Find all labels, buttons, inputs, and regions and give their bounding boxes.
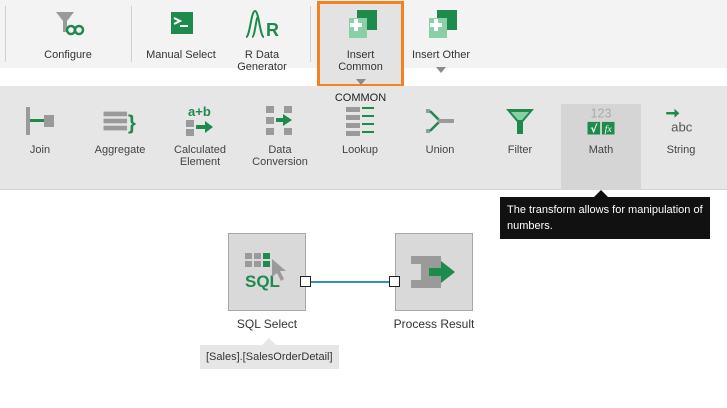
- configure-label: Configure: [44, 49, 92, 61]
- r-letter: R: [266, 20, 279, 40]
- string-abc: abc: [671, 120, 693, 135]
- insert-other-label: Insert Other: [411, 49, 471, 61]
- filter-label: Filter: [507, 144, 533, 156]
- sql-select-output-port[interactable]: [300, 276, 311, 287]
- math-sqrt: √: [590, 123, 598, 136]
- process-result-input-port[interactable]: [389, 276, 400, 287]
- sql-select-icon: SQL: [245, 253, 286, 291]
- calculated-element-label: Calculated Element: [174, 144, 226, 168]
- calculated-element-icon: a+b: [182, 104, 218, 138]
- insert-common-icon: [341, 7, 381, 41]
- toolbar-separator: [5, 6, 6, 62]
- lookup-icon: [342, 104, 378, 138]
- r-data-generator-icon: R: [242, 7, 282, 41]
- union-label: Union: [425, 144, 455, 156]
- union-icon: [422, 104, 458, 138]
- sql-text: SQL: [245, 272, 280, 291]
- calc-text: a+b: [188, 104, 211, 119]
- manual-select-icon: [161, 7, 201, 41]
- data-conversion-label: Data Conversion: [252, 144, 308, 168]
- transform-aggregate[interactable]: } Aggregate: [80, 104, 160, 190]
- chevron-down-icon: [355, 79, 366, 85]
- math-tooltip: The transform allows for manipulation of…: [500, 197, 710, 239]
- transform-string[interactable]: abc String: [641, 104, 721, 190]
- transform-calculated-element[interactable]: a+b Calculated Element: [160, 104, 240, 190]
- tooltip-arrow: [594, 190, 608, 197]
- math-fx: fx: [605, 124, 613, 135]
- insert-other-button[interactable]: Insert Other: [402, 0, 480, 88]
- configure-icon: [48, 7, 88, 41]
- manual-select-label: Manual Select: [146, 49, 216, 61]
- data-conversion-icon: [262, 104, 298, 138]
- sql-select-node[interactable]: SQL: [228, 233, 306, 311]
- join-label: Join: [29, 144, 51, 156]
- configure-button[interactable]: Configure: [28, 0, 108, 88]
- page: Configure Manual Select R R Data Generat…: [0, 0, 727, 408]
- math-label: Math: [588, 144, 614, 156]
- insert-common-label: Insert Common: [338, 49, 383, 73]
- chevron-down-icon: [436, 67, 446, 73]
- transform-filter[interactable]: Filter: [480, 104, 560, 190]
- string-icon: abc: [663, 104, 699, 138]
- source-table-badge: [Sales].[SalesOrderDetail]: [200, 345, 339, 369]
- math-icon: 123 √ fx: [583, 104, 619, 138]
- transform-lookup[interactable]: Lookup: [320, 104, 400, 190]
- join-icon: [22, 104, 58, 138]
- source-table-arrow: [262, 338, 276, 345]
- toolbar-separator: [310, 6, 311, 62]
- sql-select-label: SQL Select: [236, 317, 298, 331]
- process-result-label: Process Result: [393, 317, 475, 331]
- common-group-title: COMMON: [334, 92, 387, 104]
- transform-math[interactable]: 123 √ fx Math: [561, 104, 641, 190]
- aggregate-icon: }: [102, 104, 138, 138]
- svg-text:}: }: [128, 113, 136, 135]
- insert-other-icon: [421, 7, 461, 41]
- toolbar-separator: [131, 6, 132, 62]
- manual-select-button[interactable]: Manual Select: [140, 0, 222, 88]
- lookup-label: Lookup: [341, 144, 379, 156]
- process-result-icon: [411, 256, 455, 288]
- transform-union[interactable]: Union: [400, 104, 480, 190]
- aggregate-label: Aggregate: [94, 144, 146, 156]
- flow-connector[interactable]: [311, 281, 395, 283]
- process-result-node[interactable]: [395, 233, 473, 311]
- math-digits: 123: [590, 106, 611, 120]
- transform-data-conversion[interactable]: Data Conversion: [240, 104, 320, 190]
- insert-common-button[interactable]: Insert Common: [320, 0, 401, 88]
- transform-join[interactable]: Join: [0, 104, 80, 190]
- r-data-generator-button[interactable]: R R Data Generator: [223, 0, 301, 88]
- filter-icon: [502, 104, 538, 138]
- string-label: String: [666, 144, 696, 156]
- r-data-generator-label: R Data Generator: [237, 49, 287, 73]
